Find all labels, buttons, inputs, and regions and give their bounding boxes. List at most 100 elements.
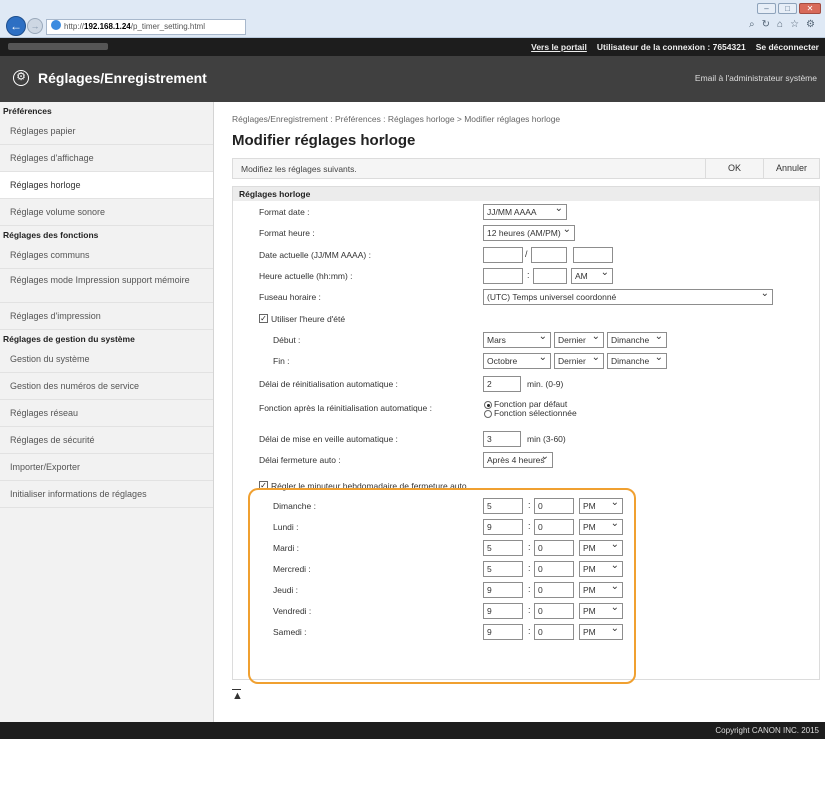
day-label: Lundi : — [273, 522, 299, 532]
sidebar-item-network[interactable]: Réglages réseau — [0, 400, 213, 427]
minute-input[interactable]: 0 — [534, 624, 574, 640]
day-label: Dimanche : — [273, 501, 316, 511]
dst-end-week-select[interactable]: Dernier — [554, 353, 604, 369]
weekly-timer-label: Régler le minuteur hebdomadaire de ferme… — [271, 481, 467, 491]
ampm-select[interactable]: PM — [579, 561, 623, 577]
sidebar-section-system: Réglages de gestion du système — [3, 334, 135, 344]
hour-input[interactable]: 9 — [483, 624, 523, 640]
row-timezone: Fuseau horaire : (UTC) Temps universel c… — [233, 288, 819, 308]
back-to-top-icon[interactable]: ▲ — [232, 690, 243, 702]
sleep-suffix: min (3-60) — [527, 434, 566, 444]
logout-link[interactable]: Se déconnecter — [756, 42, 819, 52]
current-ampm-select[interactable]: AM — [571, 268, 613, 284]
dst-end-label: Fin : — [273, 356, 290, 366]
star-icon[interactable]: ☆ — [790, 19, 799, 30]
minute-input[interactable]: 0 — [534, 582, 574, 598]
sidebar-item-import-export[interactable]: Importer/Exporter — [0, 454, 213, 481]
ampm-select[interactable]: PM — [579, 624, 623, 640]
ampm-select[interactable]: PM — [579, 582, 623, 598]
minute-input[interactable]: 0 — [534, 498, 574, 514]
sidebar-item-common[interactable]: Réglages communs — [0, 242, 213, 269]
current-month-input[interactable] — [531, 247, 567, 263]
radio-default-function[interactable] — [484, 401, 492, 409]
gear-icon[interactable]: ⚙ — [806, 19, 815, 30]
dst-start-week-select[interactable]: Dernier — [554, 332, 604, 348]
date-format-select[interactable]: JJ/MM AAAA — [483, 204, 567, 220]
row-saturday: Samedi : 9 : 0 PM — [233, 623, 819, 643]
admin-mail-link[interactable]: Email à l'administrateur système — [695, 73, 817, 83]
sidebar-item-service-numbers[interactable]: Gestion des numéros de service — [0, 373, 213, 400]
auto-reset-label: Délai de réinitialisation automatique : — [259, 379, 398, 389]
ampm-select[interactable]: PM — [579, 519, 623, 535]
sidebar-item-paper[interactable]: Réglages papier — [0, 118, 213, 145]
sidebar-item-memory-print[interactable]: Réglages mode Impression support mémoire — [0, 269, 213, 303]
hour-input[interactable]: 9 — [483, 519, 523, 535]
current-hour-input[interactable] — [483, 268, 523, 284]
current-minute-input[interactable] — [533, 268, 567, 284]
maximize-icon[interactable]: □ — [778, 3, 797, 14]
ampm-select[interactable]: PM — [579, 498, 623, 514]
day-label: Jeudi : — [273, 585, 299, 595]
dst-end-day-select[interactable]: Dimanche — [607, 353, 667, 369]
row-monday: Lundi : 9 : 0 PM — [233, 518, 819, 538]
home-icon[interactable]: ⌂ — [777, 19, 783, 30]
forward-arrow-icon[interactable]: → — [27, 18, 43, 34]
minute-input[interactable]: 0 — [534, 561, 574, 577]
dst-checkbox[interactable]: ✓ — [259, 314, 268, 323]
close-icon[interactable]: ✕ — [799, 3, 821, 14]
sidebar-item-security[interactable]: Réglages de sécurité — [0, 427, 213, 454]
sidebar-item-system-management[interactable]: Gestion du système — [0, 346, 213, 373]
auto-reset-input[interactable]: 2 — [483, 376, 521, 392]
time-format-label: Format heure : — [259, 228, 315, 238]
minute-input[interactable]: 0 — [534, 540, 574, 556]
sidebar-item-volume[interactable]: Réglage volume sonore — [0, 199, 213, 226]
dst-start-month-select[interactable]: Mars — [483, 332, 551, 348]
back-arrow-icon[interactable]: ← — [6, 16, 26, 36]
ampm-select[interactable]: PM — [579, 540, 623, 556]
cancel-button[interactable]: Annuler — [763, 159, 819, 178]
clock-settings-panel: Réglages horloge Format date : JJ/MM AAA… — [232, 186, 820, 680]
row-current-time: Heure actuelle (hh:mm) : : AM — [233, 267, 819, 287]
hour-input[interactable]: 9 — [483, 582, 523, 598]
minute-input[interactable]: 0 — [534, 519, 574, 535]
sidebar-item-clock[interactable]: Réglages horloge — [0, 172, 213, 199]
app-title-bar: ⚙ Réglages/Enregistrement Email à l'admi… — [0, 56, 825, 102]
dst-end-month-select[interactable]: Octobre — [483, 353, 551, 369]
after-reset-label: Fonction après la réinitialisation autom… — [259, 403, 432, 413]
minute-input[interactable]: 0 — [534, 603, 574, 619]
sidebar-item-display[interactable]: Réglages d'affichage — [0, 145, 213, 172]
row-dst-start: Début : Mars Dernier Dimanche — [233, 331, 819, 351]
portal-link[interactable]: Vers le portail — [531, 42, 587, 52]
time-separator: : — [528, 584, 531, 594]
time-format-select[interactable]: 12 heures (AM/PM) — [483, 225, 575, 241]
day-label: Vendredi : — [273, 606, 312, 616]
hour-input[interactable]: 5 — [483, 561, 523, 577]
weekly-timer-checkbox[interactable]: ✓ — [259, 481, 268, 490]
sidebar-item-printing[interactable]: Réglages d'impression — [0, 303, 213, 330]
row-after-reset: Fonction après la réinitialisation autom… — [233, 396, 819, 424]
current-day-input[interactable] — [483, 247, 523, 263]
radio-selected-function[interactable] — [484, 410, 492, 418]
hour-input[interactable]: 5 — [483, 498, 523, 514]
sidebar: Préférences Réglages papier Réglages d'a… — [0, 102, 214, 722]
radio-selected-function-label: Fonction sélectionnée — [494, 408, 577, 418]
ampm-select[interactable]: PM — [579, 603, 623, 619]
dst-start-day-select[interactable]: Dimanche — [607, 332, 667, 348]
sleep-input[interactable]: 3 — [483, 431, 521, 447]
row-weekly-timer: ✓ Régler le minuteur hebdomadaire de fer… — [233, 477, 819, 497]
minimize-icon[interactable]: – — [757, 3, 776, 14]
current-year-input[interactable] — [573, 247, 613, 263]
timezone-select[interactable]: (UTC) Temps universel coordonné — [483, 289, 773, 305]
ok-button[interactable]: OK — [705, 159, 763, 178]
auto-off-select[interactable]: Après 4 heures — [483, 452, 553, 468]
description-text: Modifiez les réglages suivants. — [241, 164, 357, 174]
row-date-format: Format date : JJ/MM AAAA — [233, 203, 819, 223]
hour-input[interactable]: 9 — [483, 603, 523, 619]
address-bar[interactable]: http://192.168.1.24/p_timer_setting.html — [46, 19, 246, 35]
browser-icons: ⌕ ↻ ⌂ ☆ ⚙ — [749, 19, 815, 30]
refresh-icon[interactable]: ↻ — [762, 19, 770, 30]
hour-input[interactable]: 5 — [483, 540, 523, 556]
section-header: Réglages horloge — [233, 187, 819, 201]
search-icon[interactable]: ⌕ — [749, 19, 755, 30]
sidebar-item-initialize[interactable]: Initialiser informations de réglages — [0, 481, 213, 508]
